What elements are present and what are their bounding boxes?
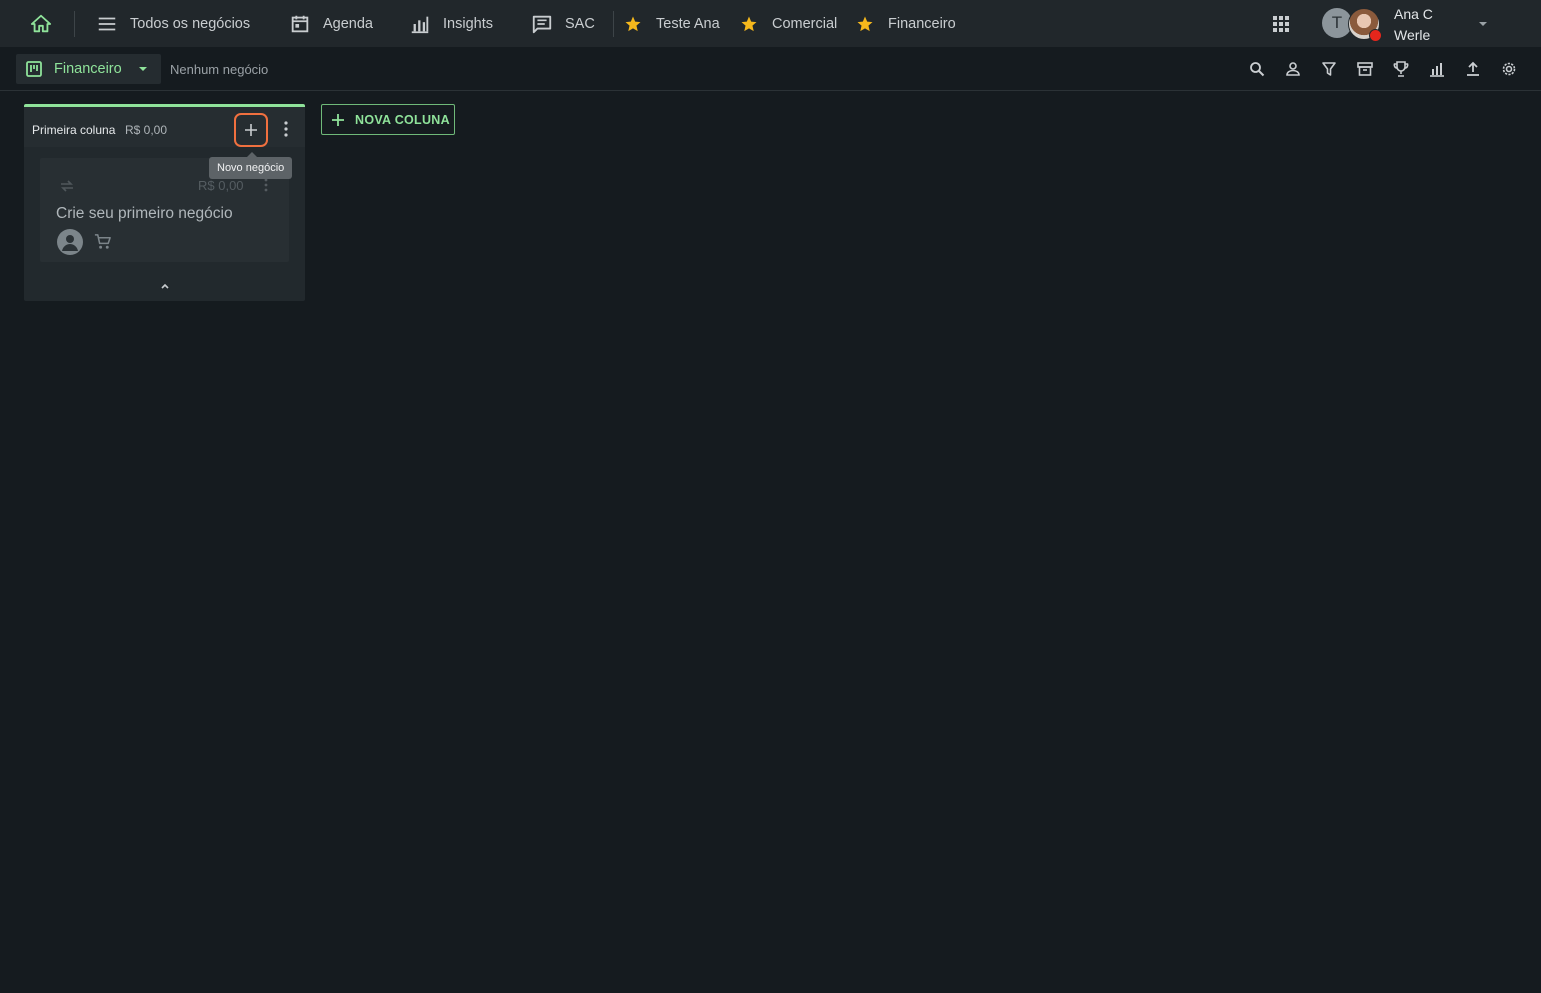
divider [74,11,75,37]
archive-icon[interactable] [1356,60,1374,78]
new-column-label: NOVA COLUNA [355,112,450,127]
star-icon [857,16,873,31]
favorite-comercial-label: Comercial [772,15,838,32]
person-avatar-icon [57,229,83,255]
plus-icon [332,113,344,126]
nav-sac[interactable]: SAC [531,0,595,47]
divider [613,11,614,37]
bar-chart-icon [411,16,429,33]
deal-title: Crie seu primeiro negócio [56,205,233,222]
calendar-icon [291,15,309,32]
kanban-icon [26,61,42,77]
more-icon [264,178,268,192]
list-icon [98,17,116,30]
nav-insights-label: Insights [443,15,493,32]
chevron-up-icon[interactable] [158,281,172,291]
plus-icon [245,124,257,136]
favorite-teste-ana-label: Teste Ana [656,15,720,32]
top-navigation: Todos os negócios Agenda Insights SAC Te… [0,0,1541,47]
add-deal-button[interactable] [234,113,268,147]
chart-icon[interactable] [1428,60,1446,78]
favorite-teste-ana[interactable]: Teste Ana [624,0,720,47]
filter-icon[interactable] [1320,60,1338,78]
favorite-financeiro[interactable]: Financeiro [856,0,956,47]
nav-all-deals[interactable]: Todos os negócios [96,0,250,47]
message-icon [532,15,552,33]
pipeline-name: Financeiro [54,61,122,77]
cart-icon [94,234,111,249]
column-menu-icon[interactable] [279,120,293,138]
upload-icon[interactable] [1464,60,1482,78]
trophy-icon[interactable] [1392,60,1410,78]
chevron-down-icon[interactable] [1477,18,1489,30]
pipeline-selector[interactable]: Financeiro [16,54,161,84]
column-header: Primeira coluna R$ 0,00 [24,107,305,147]
search-icon[interactable] [1248,60,1266,78]
user-name[interactable]: Ana C Werle [1394,4,1464,46]
apps-grid-icon[interactable] [1271,14,1291,34]
pipeline-toolbar: Financeiro Nenhum negócio [0,47,1541,91]
column-title[interactable]: Primeira coluna [32,123,115,137]
settings-icon[interactable] [1500,60,1518,78]
add-deal-tooltip: Novo negócio [209,152,293,179]
new-column-button[interactable]: NOVA COLUNA [321,104,455,135]
star-icon [741,16,757,31]
pipeline-column: Primeira coluna R$ 0,00 R$ 0,00 Crie seu… [24,104,305,301]
repeat-icon [61,180,73,192]
nav-sac-label: SAC [565,15,595,32]
column-total: R$ 0,00 [125,123,168,137]
favorite-comercial[interactable]: Comercial [740,0,837,47]
nav-insights[interactable]: Insights [409,0,493,47]
user-status-badge [1369,29,1382,42]
nav-agenda-label: Agenda [323,15,373,32]
person-icon[interactable] [1284,60,1302,78]
favorite-financeiro-label: Financeiro [888,15,956,32]
nav-all-deals-label: Todos os negócios [130,15,251,32]
home-icon[interactable] [30,13,52,35]
deal-count-status: Nenhum negócio [170,62,269,77]
nav-agenda[interactable]: Agenda [289,0,373,47]
chevron-down-icon [139,67,147,71]
deal-value: R$ 0,00 [198,178,244,193]
star-icon [625,16,641,31]
